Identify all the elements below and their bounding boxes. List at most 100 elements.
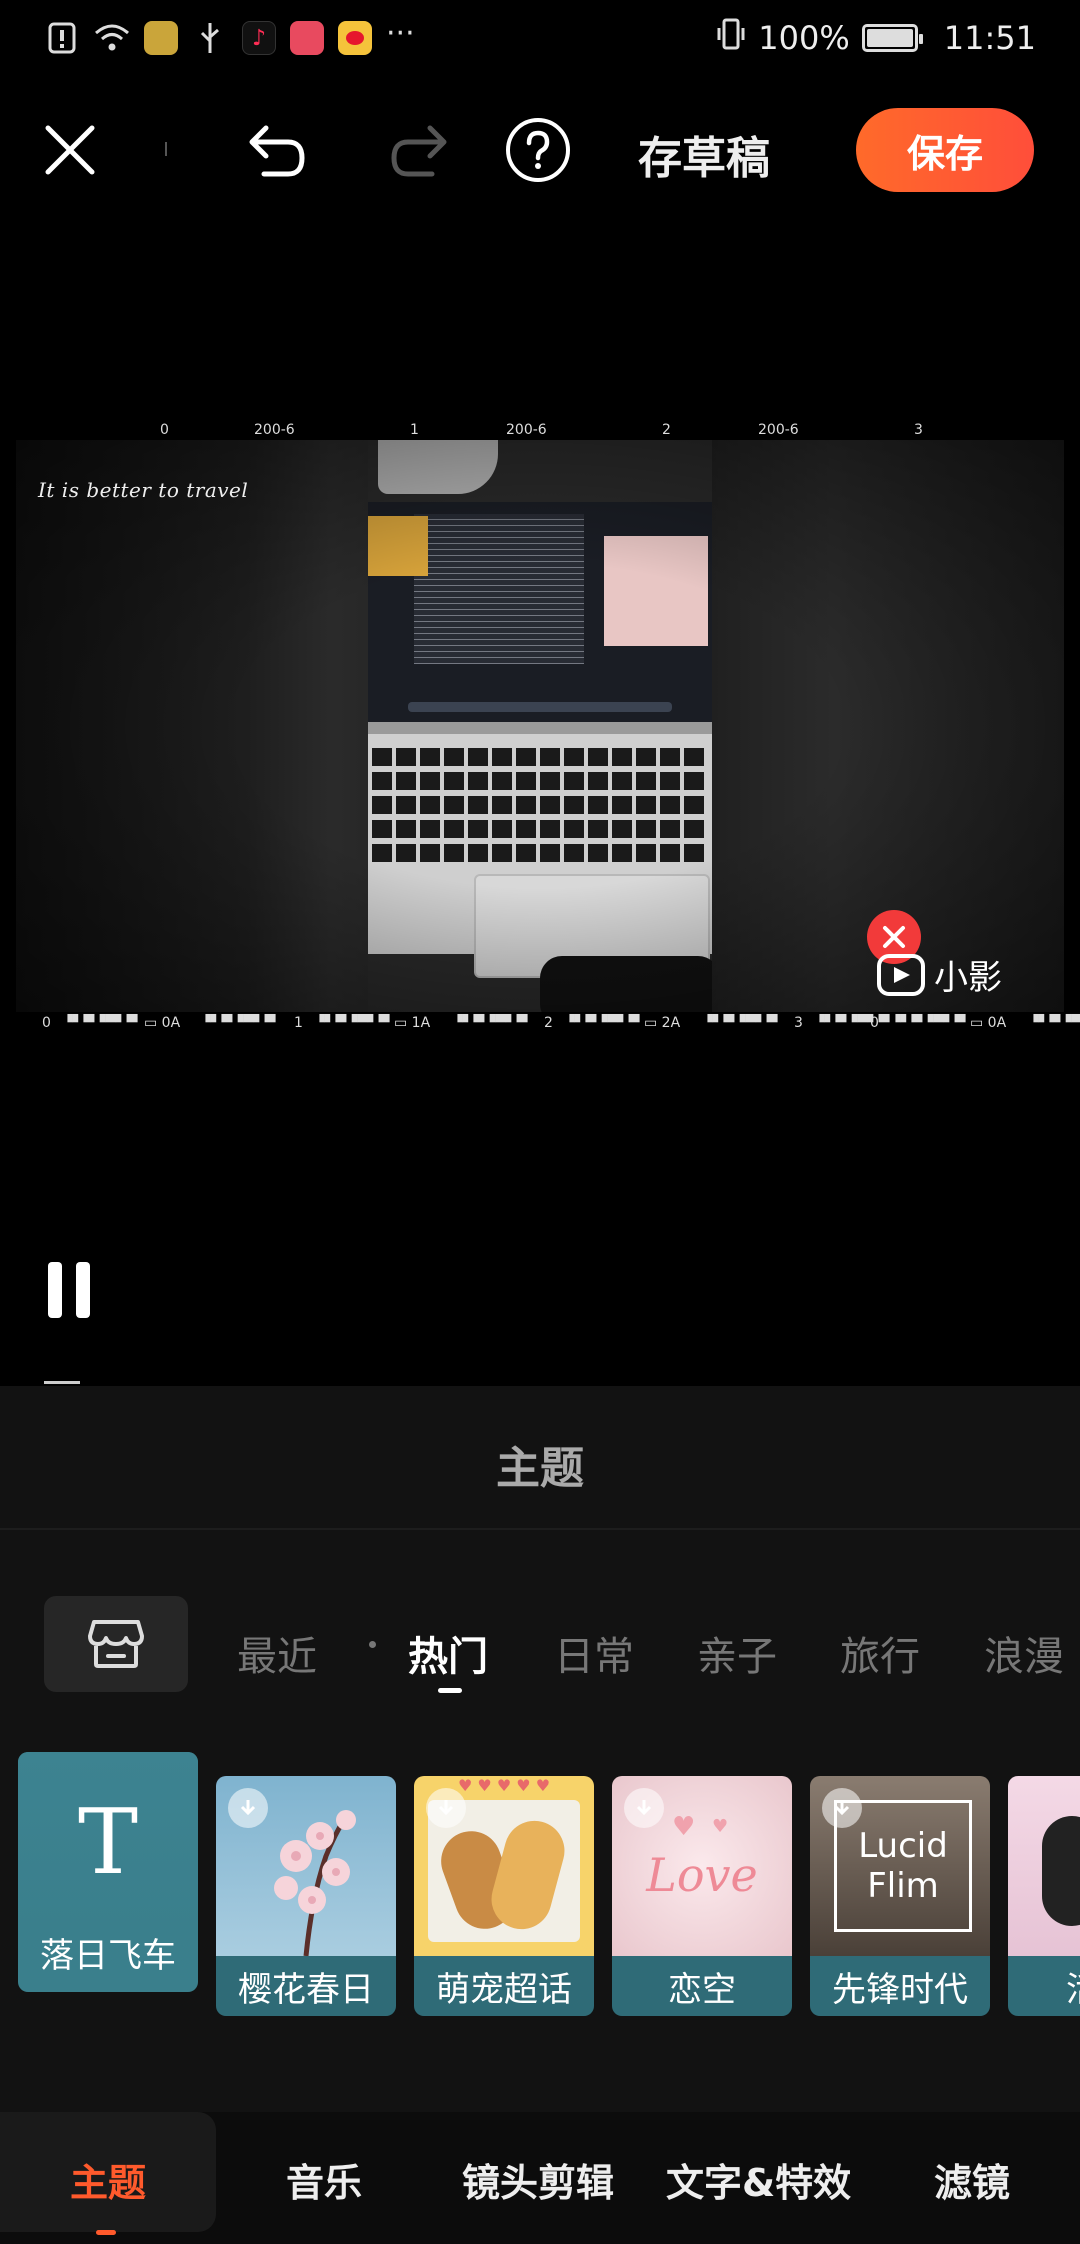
- download-icon: [228, 1788, 268, 1828]
- category-separator: [369, 1641, 376, 1648]
- film-mark: ▭ 2A: [644, 1015, 681, 1031]
- film-mark: ▭ 1A: [394, 1015, 431, 1031]
- bottom-navigation: 主题 音乐 镜头剪辑 文字&特效 滤镜: [0, 2112, 1080, 2244]
- status-bar: ♪ ··· 100% 11:51: [0, 0, 1080, 84]
- nav-text-effects[interactable]: 文字&特效: [666, 2152, 851, 2207]
- more-notifications: ···: [386, 16, 415, 51]
- text-theme-icon: T: [18, 1752, 198, 1932]
- pause-icon-bar: [76, 1262, 90, 1318]
- watermark: 小影: [876, 950, 1002, 999]
- active-tab-indicator: [438, 1688, 462, 1693]
- download-icon: [426, 1788, 466, 1828]
- film-mark: ▝▘▀▝▀▘▀: [200, 1015, 276, 1031]
- undo-button[interactable]: [240, 118, 310, 182]
- redo-icon: [391, 125, 447, 177]
- theme-label-text: 活力: [1066, 1962, 1080, 2011]
- category-tab-recent[interactable]: 最近: [237, 1624, 317, 1682]
- help-button[interactable]: [504, 116, 572, 184]
- divider: [0, 1528, 1080, 1530]
- nav-filter[interactable]: 滤镜: [934, 2152, 1010, 2207]
- save-button[interactable]: 保存: [856, 108, 1034, 192]
- toolbar-divider: [165, 142, 167, 156]
- nav-music[interactable]: 音乐: [286, 2152, 362, 2207]
- film-mark: 2: [662, 422, 671, 438]
- film-mark: 3: [914, 422, 923, 438]
- store-icon: [88, 1620, 144, 1668]
- close-icon: [45, 125, 95, 175]
- theme-label: 恋空: [612, 1956, 792, 2016]
- theme-card[interactable]: Love ♥ ♥ 恋空: [612, 1776, 792, 2016]
- panel-title: 主题: [496, 1443, 584, 1494]
- download-icon: [822, 1788, 862, 1828]
- film-mark: ▝▘▀▝▀▘▀: [62, 1015, 138, 1031]
- category-tab-travel[interactable]: 旅行: [840, 1624, 920, 1682]
- theme-card[interactable]: Lucid Flim 先锋时代: [810, 1776, 990, 2016]
- logo-line: Flim: [867, 1866, 939, 1906]
- redo-button[interactable]: [386, 118, 456, 182]
- film-mark: ▝▘▀▝▀▘▀: [890, 1015, 966, 1031]
- system-status: 100% 11:51: [716, 18, 1036, 58]
- video-preview[interactable]: 0 200-6 1 200-6 2 200-6 3 It is better t…: [0, 420, 1080, 1036]
- help-icon: [506, 118, 570, 182]
- film-mark: 0: [160, 422, 169, 438]
- xiaoying-logo-icon: [877, 953, 925, 996]
- theme-label: 活力: [1008, 1956, 1080, 2016]
- editor-toolbar: 存草稿 保存: [0, 84, 1080, 214]
- film-mark: 1: [410, 422, 419, 438]
- film-mark: ▝▘▀▝▀▘▀: [564, 1015, 640, 1031]
- download-icon: [624, 1788, 664, 1828]
- theme-store-button[interactable]: [44, 1596, 188, 1692]
- film-mark: ▝▘▀▝▀▘▀: [702, 1015, 778, 1031]
- battery-icon: [861, 24, 923, 52]
- close-icon: [883, 926, 905, 948]
- film-mark: 1: [294, 1015, 303, 1031]
- watermark-text: 小影: [934, 958, 1002, 998]
- overlay-script-text: It is better to travel: [38, 478, 249, 502]
- film-mark: 0: [870, 1015, 879, 1031]
- theme-card[interactable]: ♥ ♥ ♥ ♥ ♥ 萌宠超话: [414, 1776, 594, 2016]
- battery-percent: 100%: [758, 19, 850, 57]
- theme-card[interactable]: 樱花春日: [216, 1776, 396, 2016]
- nav-clip-edit[interactable]: 镜头剪辑: [462, 2152, 614, 2207]
- category-tab-daily[interactable]: 日常: [554, 1624, 634, 1682]
- theme-card-selected[interactable]: T 落日飞车: [18, 1752, 198, 1992]
- heart-icon: ♥: [712, 1816, 729, 1837]
- theme-label: 落日飞车: [18, 1922, 198, 1982]
- undo-icon: [249, 125, 305, 177]
- category-tab-romance[interactable]: 浪漫: [984, 1624, 1064, 1682]
- theme-label: 先锋时代: [810, 1956, 990, 2016]
- theme-card[interactable]: 活力: [1008, 1776, 1080, 2016]
- pause-button[interactable]: [48, 1262, 98, 1318]
- film-mark: ▝▘▀▝▀▘▀: [452, 1015, 528, 1031]
- love-text: Love: [646, 1848, 758, 1902]
- playback-progress[interactable]: [44, 1381, 80, 1384]
- close-button[interactable]: [40, 120, 100, 180]
- film-mark: ▝▘▀▝▀▘▀: [314, 1015, 390, 1031]
- film-mark: 200-6: [254, 422, 295, 438]
- film-mark: 200-6: [506, 422, 547, 438]
- heart-icon: ♥: [672, 1812, 696, 1842]
- theme-label: 萌宠超话: [414, 1956, 594, 2016]
- film-strip-top: 0 200-6 1 200-6 2 200-6 3: [0, 420, 1080, 440]
- shopping-app-icon: [290, 21, 324, 55]
- alert-icon: [44, 20, 80, 56]
- category-tab-hot[interactable]: 热门: [408, 1624, 488, 1682]
- film-mark: 2: [544, 1015, 553, 1031]
- tiktok-icon: ♪: [242, 21, 276, 55]
- nav-theme[interactable]: 主题: [70, 2152, 146, 2207]
- category-tab-family[interactable]: 亲子: [697, 1624, 777, 1682]
- film-mark: ▭ 0A: [144, 1015, 181, 1031]
- taxi-app-icon: [144, 21, 178, 55]
- theme-label: 樱花春日: [216, 1956, 396, 2016]
- film-mark: 3: [794, 1015, 803, 1031]
- logo-line: Lucid: [858, 1826, 948, 1866]
- weibo-icon: [338, 21, 372, 55]
- save-draft-button[interactable]: 存草稿: [638, 122, 770, 186]
- vibrate-icon: [716, 18, 746, 58]
- wifi-icon: [94, 20, 130, 56]
- active-nav-indicator: [96, 2230, 116, 2235]
- film-mark: ▝▘▀▝▀▘▀: [1028, 1015, 1080, 1031]
- film-mark: 0: [42, 1015, 51, 1031]
- film-strip-bottom: 0 ▝▘▀▝▀▘▀ ▭ 0A ▝▘▀▝▀▘▀ 1 ▝▘▀▝▀▘▀ ▭ 1A ▝▘…: [0, 1012, 1080, 1036]
- usb-icon: [192, 20, 228, 56]
